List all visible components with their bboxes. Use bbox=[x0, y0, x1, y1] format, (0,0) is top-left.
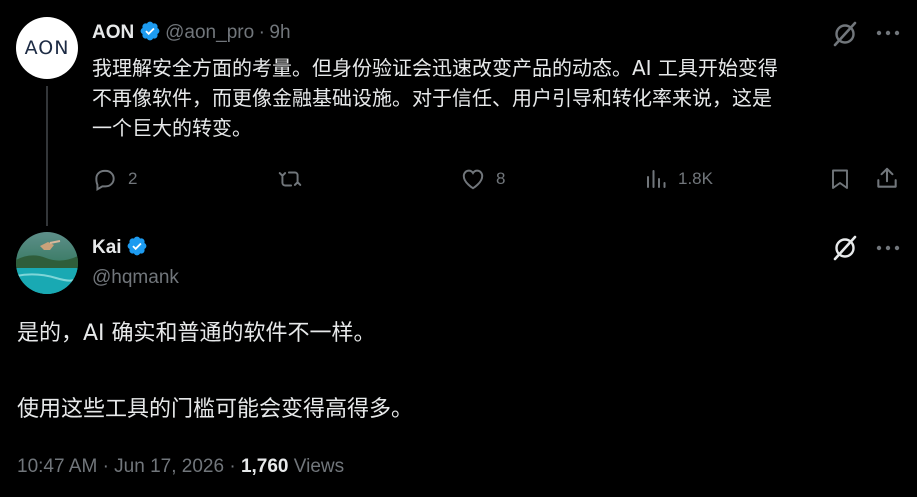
separator: · bbox=[229, 456, 236, 477]
heart-icon bbox=[462, 169, 484, 190]
reply-text: 我理解安全方面的考量。但身份验证会迅速改变产品的动态。AI 工具开始变得 不再像… bbox=[92, 53, 907, 143]
like-count: 8 bbox=[496, 169, 506, 188]
tweet-footer: 10:47 AM · Jun 17, 2026 · 1,760 Views bbox=[17, 456, 344, 478]
avatar[interactable]: AON bbox=[16, 17, 78, 79]
reply-header: AON @aon_pro · 9h bbox=[92, 20, 291, 44]
tweet-time[interactable]: 10:47 AM bbox=[17, 456, 97, 477]
share-icon[interactable] bbox=[874, 165, 900, 191]
reply-count: 2 bbox=[128, 169, 138, 188]
reply-text-line: 一个巨大的转变。 bbox=[92, 116, 252, 140]
more-options-icon[interactable] bbox=[876, 29, 900, 37]
author-name[interactable]: Kai bbox=[92, 237, 122, 258]
reply-text-line: 我理解安全方面的考量。但身份验证会迅速改变产品的动态。AI 工具开始变得 bbox=[92, 56, 778, 80]
timestamp[interactable]: 9h bbox=[269, 22, 290, 43]
avatar[interactable] bbox=[16, 232, 78, 294]
verified-badge-icon bbox=[126, 236, 148, 257]
author-name[interactable]: AON bbox=[92, 22, 134, 43]
like-button[interactable]: 8 bbox=[460, 166, 505, 192]
thread-line bbox=[46, 86, 48, 226]
grok-icon[interactable] bbox=[832, 21, 858, 47]
main-text-line: 使用这些工具的门槛可能会变得高得多。 bbox=[17, 397, 414, 422]
main-text-line: 是的，AI 确实和普通的软件不一样。 bbox=[17, 321, 376, 346]
reply-button[interactable]: 2 bbox=[92, 166, 137, 192]
verified-badge-icon bbox=[139, 21, 165, 42]
analytics-icon bbox=[647, 170, 666, 188]
bookmark-icon[interactable] bbox=[828, 166, 852, 192]
reply-text-line: 不再像软件，而更像金融基础设施。对于信任、用户引导和转化率来说，这是 bbox=[92, 86, 772, 110]
views-total: 1,760 bbox=[240, 456, 289, 477]
main-author: Kai bbox=[92, 235, 148, 259]
separator: · bbox=[258, 22, 265, 43]
grok-icon[interactable] bbox=[832, 235, 858, 261]
avatar-photo-icon bbox=[16, 232, 78, 294]
more-options-icon[interactable] bbox=[876, 244, 900, 252]
retweet-icon bbox=[278, 171, 302, 187]
views-count: 1.8K bbox=[678, 169, 713, 188]
reply-icon bbox=[95, 169, 115, 192]
views-label: Views bbox=[293, 456, 345, 477]
aon-logo-text: AON bbox=[24, 37, 70, 59]
retweet-button[interactable] bbox=[276, 166, 314, 192]
author-handle[interactable]: @hqmank bbox=[92, 267, 179, 289]
views-button[interactable]: 1.8K bbox=[644, 166, 713, 192]
author-handle[interactable]: @aon_pro bbox=[165, 22, 254, 43]
separator: · bbox=[102, 456, 109, 477]
tweet-date[interactable]: Jun 17, 2026 bbox=[114, 456, 224, 477]
